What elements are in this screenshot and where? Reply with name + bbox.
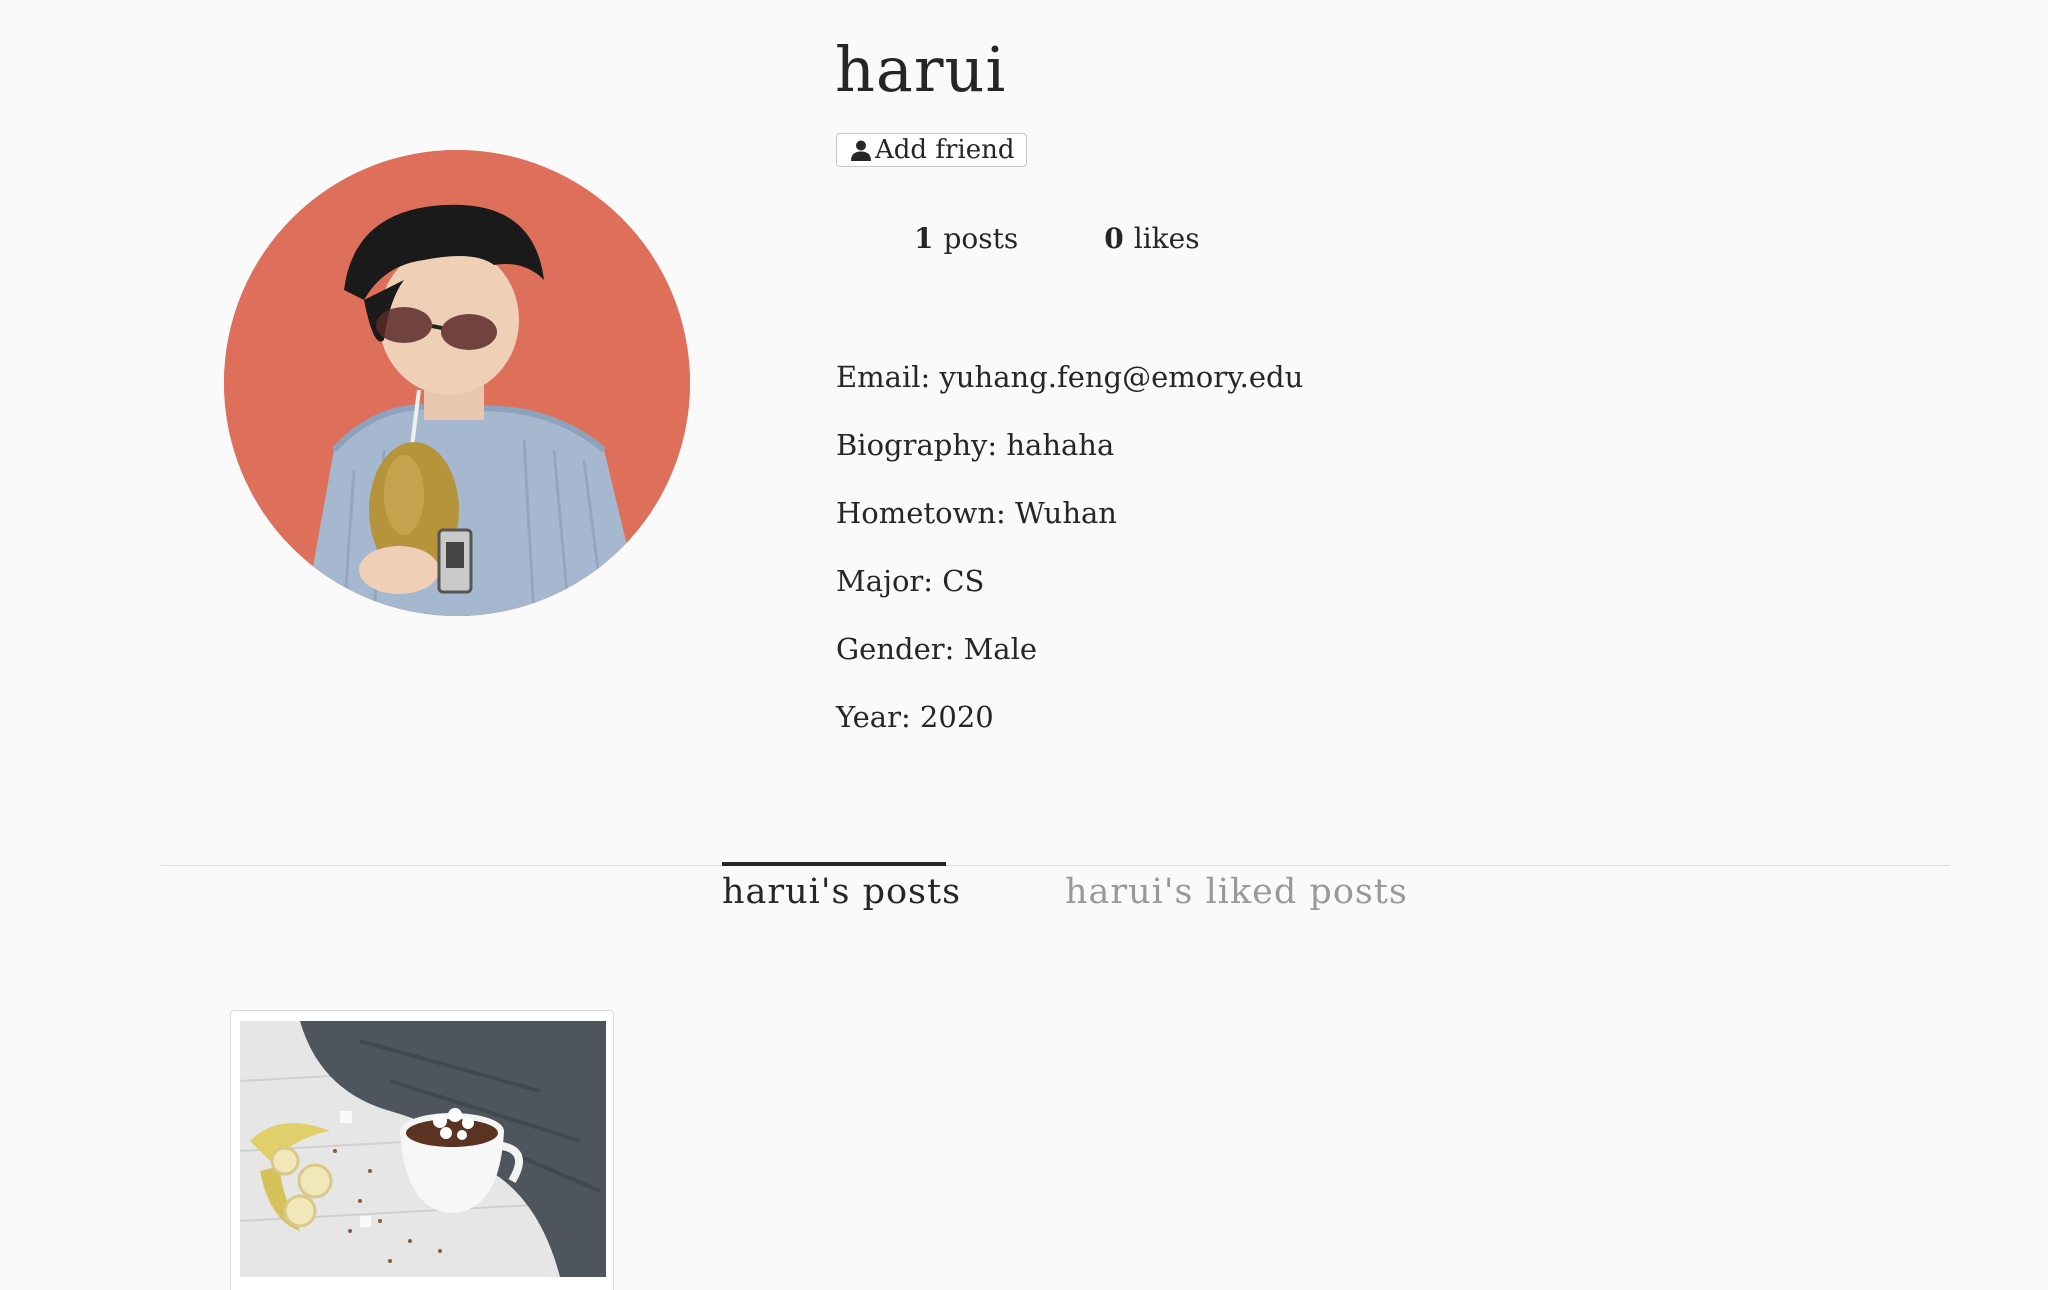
biography-detail: Biography: hahaha [836, 428, 1115, 462]
profile-details: Email: yuhang.feng@emory.edu Biography: … [836, 355, 1303, 763]
post-image [240, 1021, 606, 1277]
posts-count: 1 [914, 222, 934, 255]
avatar[interactable] [224, 150, 690, 616]
hometown-detail: Hometown: Wuhan [836, 496, 1117, 530]
likes-label: likes [1133, 222, 1200, 255]
tab-posts[interactable]: harui's posts [722, 862, 960, 912]
email-detail: Email: yuhang.feng@emory.edu [836, 360, 1304, 394]
year-detail: Year: 2020 [836, 700, 994, 734]
avatar-image [224, 150, 690, 616]
posts-stat[interactable]: 1 posts [914, 222, 1018, 255]
likes-count: 0 [1104, 222, 1124, 255]
add-friend-label: Add friend [875, 135, 1015, 165]
post-card[interactable] [230, 1010, 614, 1290]
profile-page: harui Add friend 1 posts 0 likes Email: … [0, 0, 2048, 1290]
tabs-divider [161, 865, 1949, 866]
add-friend-button[interactable]: Add friend [836, 133, 1028, 167]
profile-username: harui [835, 33, 1007, 106]
gender-detail: Gender: Male [836, 632, 1038, 666]
tab-liked-posts[interactable]: harui's liked posts [1065, 862, 1408, 912]
user-icon [849, 138, 873, 162]
profile-stats: 1 posts 0 likes [914, 222, 1200, 255]
post-thumbnail[interactable] [240, 1021, 606, 1277]
major-detail: Major: CS [836, 564, 985, 598]
likes-stat[interactable]: 0 likes [1104, 222, 1199, 255]
posts-label: posts [943, 222, 1019, 255]
